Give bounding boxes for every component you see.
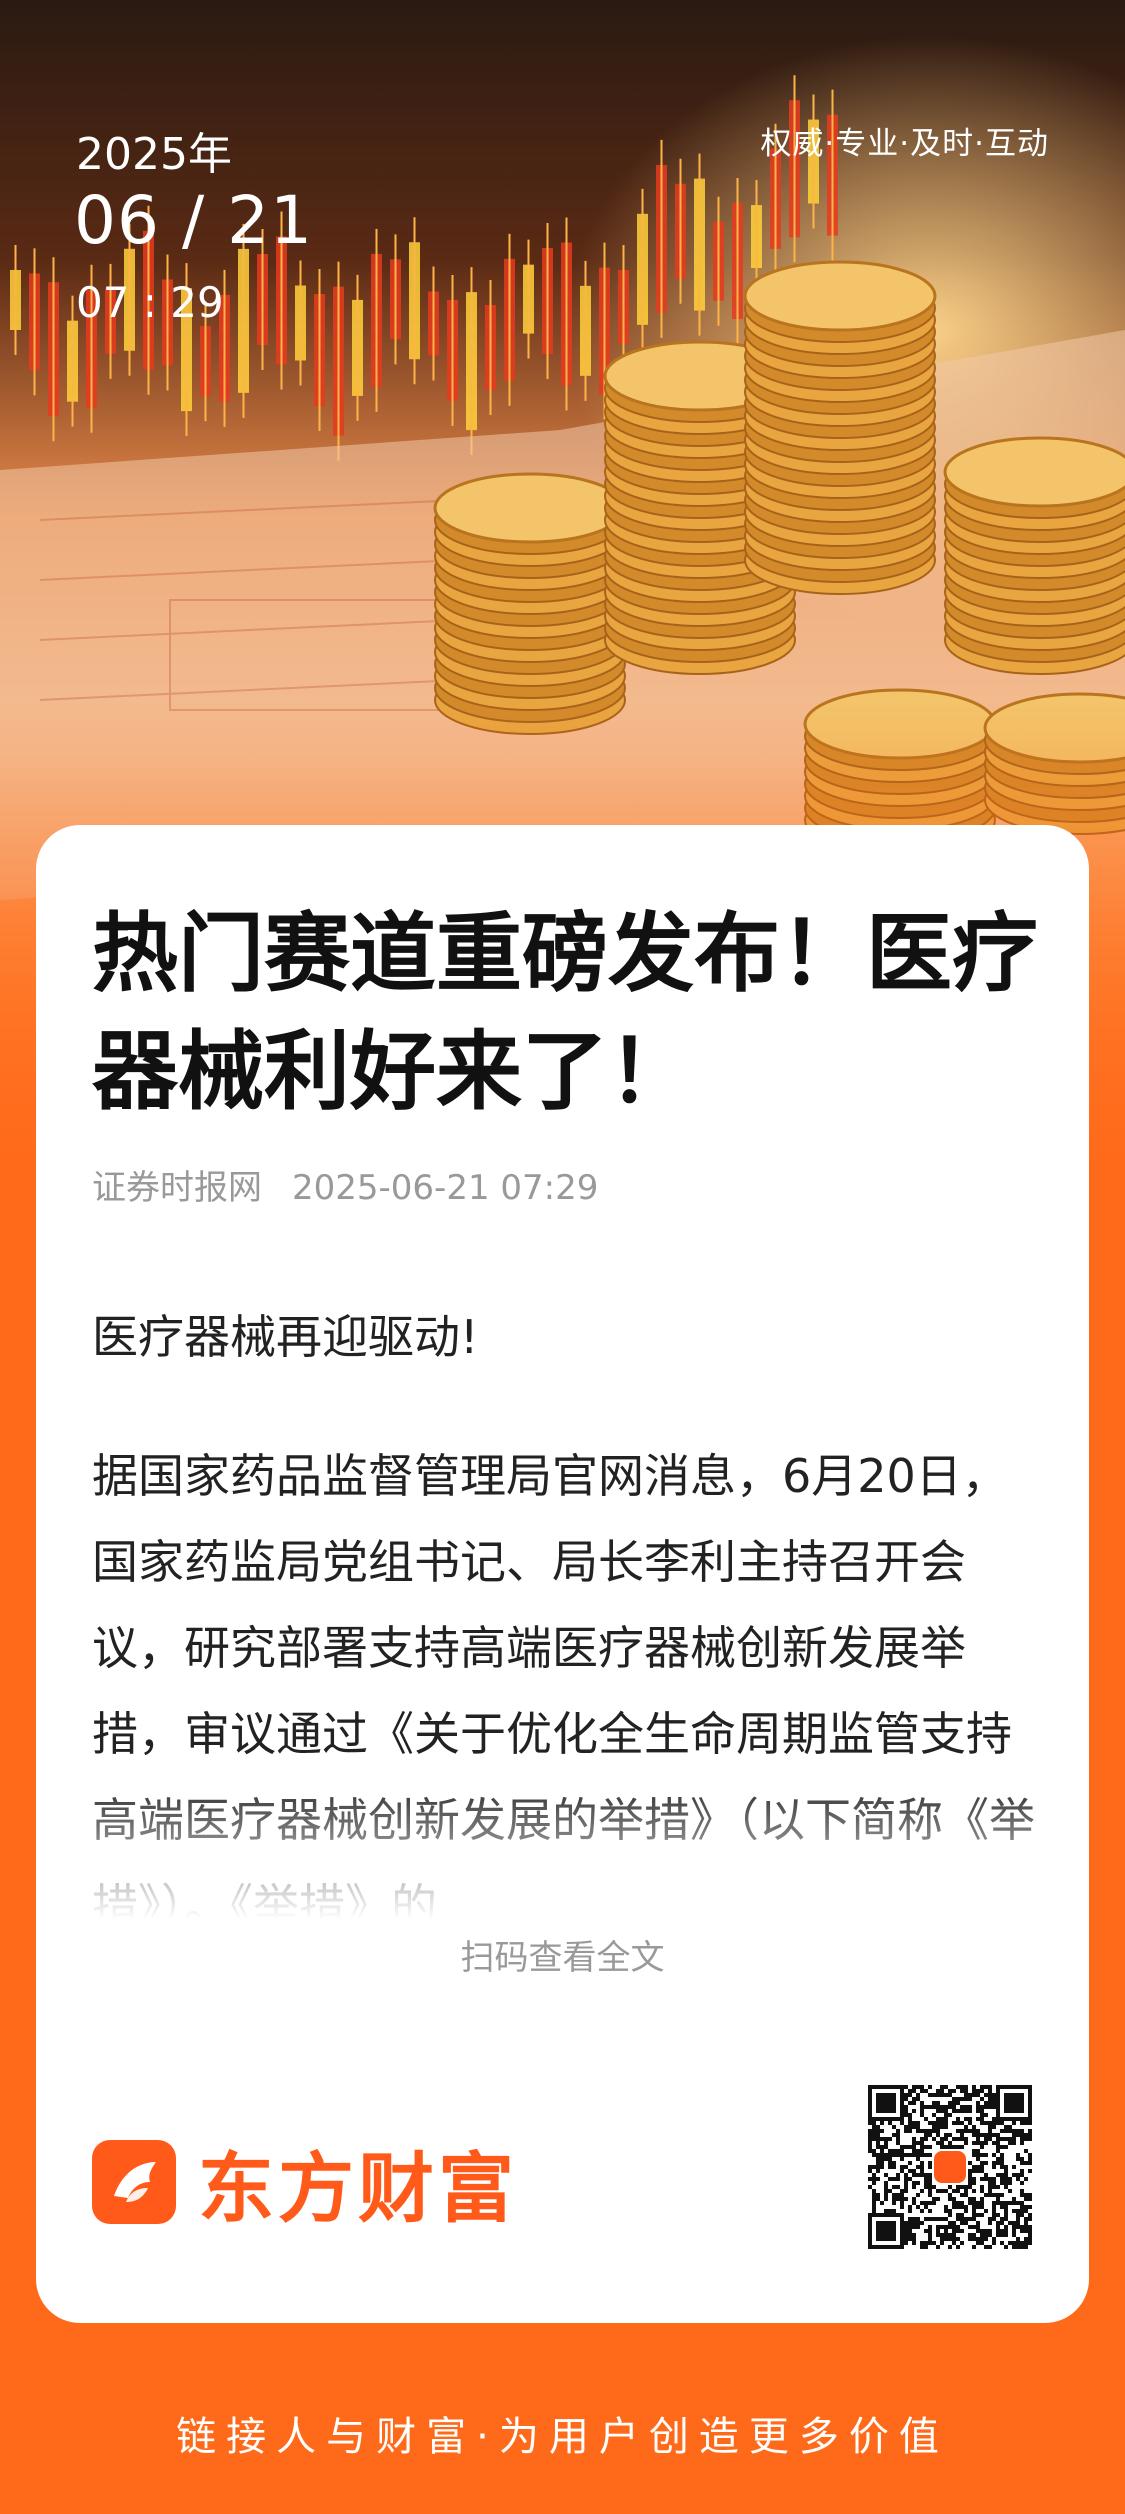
article-meta: 证券时报网 2025-06-21 07:29 [92, 1160, 598, 1209]
qr-code-icon[interactable] [868, 2085, 1032, 2249]
article-datetime: 2025-06-21 07:29 [292, 1168, 599, 1208]
date-time: 07 : 29 [76, 278, 224, 327]
scan-to-read-more[interactable]: 扫码查看全文 [36, 1930, 1089, 1979]
article-lead: 医疗器械再迎驱动! [92, 1310, 479, 1364]
date-year: 2025年 [76, 129, 232, 180]
brand-name: 东方财富 [198, 2144, 518, 2233]
article-title: 热门赛道重磅发布！医疗器械利好来了！ [92, 903, 1038, 1122]
body-fade-overlay [76, 1775, 1056, 1945]
article-source: 证券时报网 [92, 1168, 262, 1208]
article-card[interactable]: 热门赛道重磅发布！医疗器械利好来了！ 证券时报网 2025-06-21 07:29… [36, 825, 1089, 2323]
date-day: 06 / 21 [74, 182, 314, 259]
eastmoney-logo-icon [92, 2140, 176, 2224]
header-slogan: 权威·专业·及时·互动 [760, 126, 1049, 162]
footer-slogan: 链接人与财富·为用户创造更多价值 [176, 2414, 949, 2460]
brand-lockup: 东方财富 [92, 2127, 518, 2237]
